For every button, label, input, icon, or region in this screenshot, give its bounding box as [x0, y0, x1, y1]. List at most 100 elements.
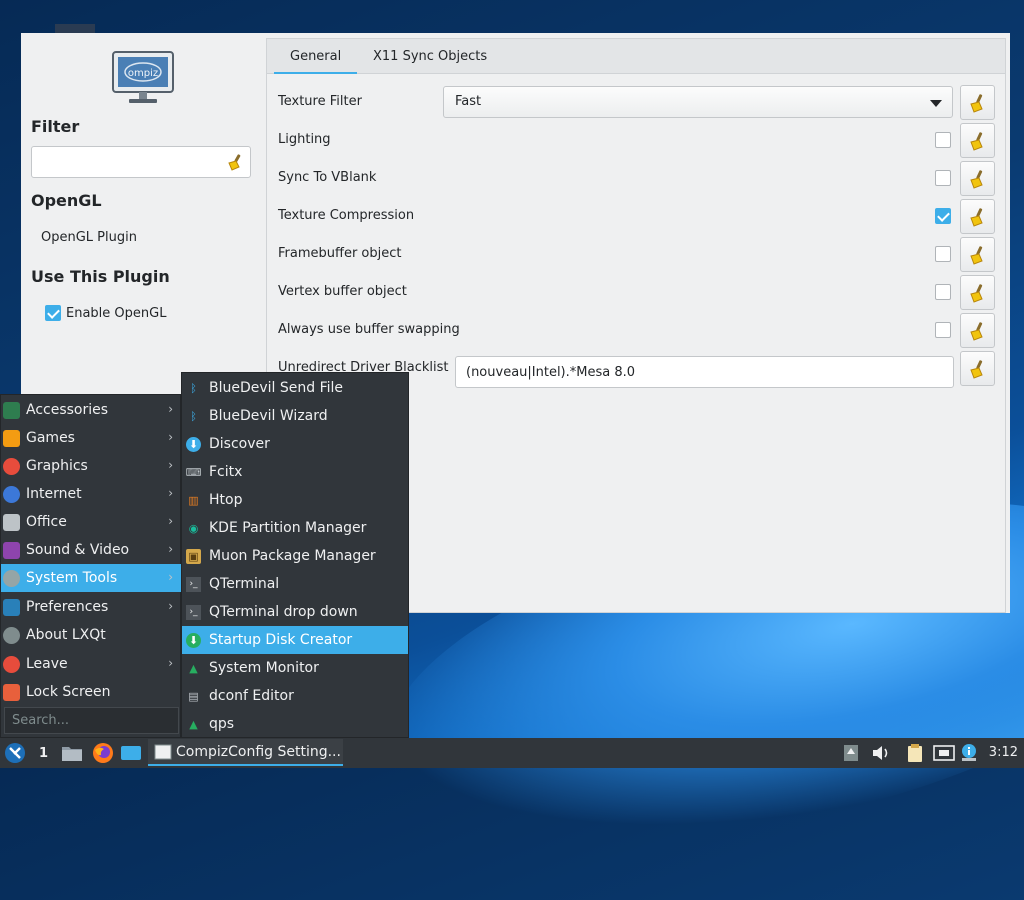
submenu-item-fcitx[interactable]: ⌨ Fcitx: [182, 458, 408, 486]
menu-search-input[interactable]: [10, 712, 174, 729]
show-desktop-button[interactable]: [120, 738, 142, 768]
driver-blacklist-field[interactable]: [464, 364, 948, 381]
tray-updates[interactable]: [843, 738, 859, 768]
chevron-right-icon: ›: [168, 458, 173, 472]
terminal-icon: ›_: [186, 604, 201, 620]
reset-lighting-button[interactable]: [960, 123, 995, 158]
menu-search[interactable]: [4, 707, 179, 734]
power-icon: [3, 655, 20, 673]
menu-item-graphics[interactable]: Graphics ›: [1, 452, 181, 480]
menu-item-accessories[interactable]: Accessories ›: [1, 396, 181, 424]
buffer-swapping-checkbox[interactable]: [935, 322, 951, 338]
taskbar: 1 CompizConfig Setting... 3:12: [0, 738, 1024, 768]
menu-item-about-lxqt[interactable]: About LXQt: [1, 621, 181, 649]
texture-filter-select[interactable]: Fast: [443, 86, 953, 118]
submenu-item-bluedevil-wizard[interactable]: ᛒ BlueDevil Wizard: [182, 402, 408, 430]
clear-brush-icon[interactable]: [226, 153, 244, 171]
submenu-item-label: Muon Package Manager: [209, 548, 376, 564]
menu-item-sound-video[interactable]: Sound & Video ›: [1, 536, 181, 564]
application-menu: Accessories › Games › Graphics › Internet › …: [0, 394, 181, 738]
framebuffer-checkbox[interactable]: [935, 246, 951, 262]
submenu-item-label: System Monitor: [209, 660, 319, 676]
reset-framebuffer-button[interactable]: [960, 237, 995, 272]
main-menu-button[interactable]: [4, 738, 26, 768]
compiz-monitor-icon: ompiz: [112, 51, 174, 103]
lighting-checkbox[interactable]: [935, 132, 951, 148]
htop-icon: ▥: [188, 493, 199, 507]
tab-bar: General X11 Sync Objects: [266, 38, 1006, 75]
clock[interactable]: 3:12: [989, 738, 1018, 768]
menu-item-label: Sound & Video: [26, 542, 130, 558]
reset-buffer-swapping-button[interactable]: [960, 313, 995, 348]
qps-icon: ▲: [189, 717, 198, 731]
firefox-launcher[interactable]: [92, 738, 114, 768]
tab-general[interactable]: General: [274, 39, 358, 75]
submenu-item-label: BlueDevil Send File: [209, 380, 344, 396]
desktop-switcher[interactable]: 1: [39, 738, 48, 768]
info-icon: [3, 626, 20, 644]
clear-brush-icon: [970, 94, 983, 113]
file-manager-launcher[interactable]: [61, 738, 83, 768]
submenu-item-qps[interactable]: ▲ qps: [182, 710, 408, 738]
reset-sync-vblank-button[interactable]: [960, 161, 995, 196]
submenu-item-startup-disk-creator[interactable]: ⬇ Startup Disk Creator: [182, 626, 408, 654]
bluetooth-icon: ᛒ: [190, 409, 197, 423]
package-icon: ▣: [186, 548, 201, 564]
system-monitor-icon: ▲: [189, 661, 198, 675]
menu-item-system-tools[interactable]: System Tools ›: [1, 564, 181, 592]
startup-disk-icon: ⬇: [186, 632, 201, 648]
chevron-right-icon: ›: [168, 570, 173, 584]
reset-texture-filter-button[interactable]: [960, 85, 995, 120]
filter-input[interactable]: [31, 146, 251, 178]
texture-compression-checkbox[interactable]: [935, 208, 951, 224]
firefox-icon: [93, 743, 113, 763]
menu-item-lock-screen[interactable]: Lock Screen: [1, 678, 181, 706]
submenu-item-label: BlueDevil Wizard: [209, 408, 328, 424]
tray-notification[interactable]: [960, 738, 978, 768]
menu-item-internet[interactable]: Internet ›: [1, 480, 181, 508]
tray-network[interactable]: [933, 738, 955, 768]
submenu-item-dconf-editor[interactable]: ▤ dconf Editor: [182, 682, 408, 710]
submenu-item-qterminal[interactable]: ›_ QTerminal: [182, 570, 408, 598]
chevron-right-icon: ›: [168, 542, 173, 556]
reset-driver-blacklist-button[interactable]: [960, 351, 995, 386]
games-icon: [3, 429, 20, 447]
terminal-icon: ›_: [186, 576, 201, 592]
submenu-item-kde-partition-manager[interactable]: ◉ KDE Partition Manager: [182, 514, 408, 542]
reset-vertex-buffer-button[interactable]: [960, 275, 995, 310]
tray-volume[interactable]: [871, 738, 891, 768]
menu-item-label: About LXQt: [26, 627, 106, 643]
menu-item-preferences[interactable]: Preferences ›: [1, 593, 181, 621]
sync-vblank-checkbox[interactable]: [935, 170, 951, 186]
submenu-item-label: Fcitx: [209, 464, 243, 480]
preferences-icon: [3, 598, 20, 616]
menu-item-games[interactable]: Games ›: [1, 424, 181, 452]
submenu-item-label: Htop: [209, 492, 243, 508]
plugin-heading: OpenGL: [31, 191, 102, 210]
taskbar-window-compizconfig[interactable]: CompizConfig Setting...: [148, 739, 343, 766]
enable-opengl-checkbox[interactable]: [45, 305, 61, 321]
chevron-right-icon: ›: [168, 514, 173, 528]
lighting-label: Lighting: [278, 132, 331, 147]
tab-x11-sync-objects[interactable]: X11 Sync Objects: [357, 39, 503, 75]
vertex-buffer-checkbox[interactable]: [935, 284, 951, 300]
bluetooth-icon: ᛒ: [190, 381, 197, 395]
enable-opengl-row[interactable]: Enable OpenGL: [45, 305, 166, 321]
network-icon: [933, 745, 955, 761]
submenu-item-system-monitor[interactable]: ▲ System Monitor: [182, 654, 408, 682]
submenu-item-muon-package-manager[interactable]: ▣ Muon Package Manager: [182, 542, 408, 570]
tray-clipboard[interactable]: [906, 738, 924, 768]
chevron-right-icon: ›: [168, 599, 173, 613]
submenu-item-qterminal-drop-down[interactable]: ›_ QTerminal drop down: [182, 598, 408, 626]
menu-item-label: Office: [26, 514, 67, 530]
submenu-item-bluedevil-send-file[interactable]: ᛒ BlueDevil Send File: [182, 374, 408, 402]
driver-blacklist-input[interactable]: [455, 356, 954, 388]
submenu-item-discover[interactable]: ⬇ Discover: [182, 430, 408, 458]
reset-texture-compression-button[interactable]: [960, 199, 995, 234]
submenu-item-htop[interactable]: ▥ Htop: [182, 486, 408, 514]
svg-text:ompiz: ompiz: [128, 68, 158, 79]
chevron-right-icon: ›: [168, 656, 173, 670]
window-icon: [154, 744, 172, 759]
menu-item-office[interactable]: Office ›: [1, 508, 181, 536]
menu-item-leave[interactable]: Leave ›: [1, 650, 181, 678]
